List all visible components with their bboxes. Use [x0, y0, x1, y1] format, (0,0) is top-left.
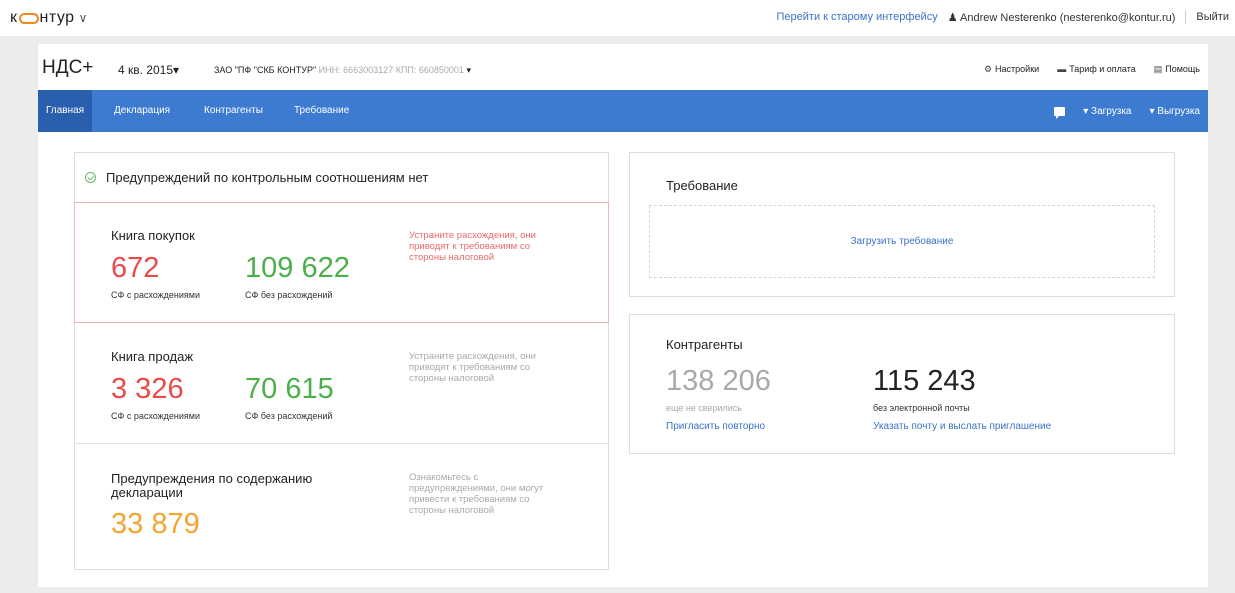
top-links: Перейти к старому интерфейсу ♟ Andrew Ne…	[777, 10, 1229, 24]
settings-button[interactable]: ⚙ Настройки	[984, 64, 1039, 75]
check-circle-icon	[85, 172, 96, 183]
product-title: НДС+	[42, 57, 94, 78]
download-menu[interactable]: ▾ Выгрузка	[1149, 106, 1200, 117]
sales-discrepancies-caption: СФ с расхождениями	[111, 411, 201, 421]
sales-ok-caption: СФ без расхождений	[245, 411, 333, 421]
logo-text-start: к	[10, 9, 18, 26]
set-email-link[interactable]: Указать почту и выслать приглашение	[873, 421, 1051, 432]
card-icon: ▬	[1057, 64, 1067, 74]
top-bar: к нтур ∨ Перейти к старому интерфейсу ♟ …	[0, 0, 1235, 36]
app-header: НДС+ 4 кв. 2015▾ ЗАО "ПФ "СКБ КОНТУР" ИН…	[38, 44, 1208, 90]
no-email-caption: без электронной почты	[873, 403, 970, 413]
nav-actions: ▾ Загрузка ▾ Выгрузка	[1054, 90, 1200, 132]
sales-book-section[interactable]: Книга продаж 3 326 70 615 СФ с расхожден…	[75, 323, 608, 444]
purchase-discrepancies-caption: СФ с расхождениями	[111, 290, 201, 300]
app-panel: НДС+ 4 кв. 2015▾ ЗАО "ПФ "СКБ КОНТУР" ИН…	[38, 44, 1208, 587]
settings-icon: ⚙	[983, 64, 993, 74]
upload-menu[interactable]: ▾ Загрузка	[1083, 106, 1131, 117]
invite-again-link[interactable]: Пригласить повторно	[666, 421, 765, 432]
caret-down-icon: ▾	[173, 63, 180, 77]
caret-down-icon: ▾	[1083, 105, 1092, 117]
logo-text-end: нтур	[39, 9, 75, 26]
upload-requirement-link[interactable]: Загрузить требование	[851, 236, 954, 247]
content-warnings-count[interactable]: 33 879	[111, 508, 200, 541]
purchase-ok-caption: СФ без расхождений	[245, 290, 333, 300]
user-account[interactable]: ♟ Andrew Nesterenko (nesterenko@kontur.r…	[948, 11, 1176, 24]
content-warnings-section[interactable]: Предупреждения по содержанию декларации …	[75, 444, 608, 565]
user-name: Andrew Nesterenko (nesterenko@kontur.ru)	[960, 11, 1176, 24]
organization-selector[interactable]: ЗАО "ПФ "СКБ КОНТУР" ИНН: 6663003127 КПП…	[214, 65, 471, 76]
old-interface-link[interactable]: Перейти к старому интерфейсу	[777, 11, 938, 23]
not-reconciled-caption: еще не сверились	[666, 403, 742, 413]
sales-discrepancies-count[interactable]: 3 326	[111, 373, 184, 406]
main-nav: Главная Декларация Контрагенты Требовани…	[38, 90, 1208, 132]
status-headline: Предупреждений по контрольным соотношени…	[106, 170, 429, 185]
upload-label: Загрузка	[1091, 105, 1132, 117]
period-selector[interactable]: 4 кв. 2015▾	[118, 63, 179, 77]
sales-book-note: Устраните расхождения, они приводят к тр…	[409, 351, 536, 384]
tariff-button[interactable]: ▬ Тариф и оплата	[1057, 64, 1136, 75]
content-warnings-note: Ознакомьтесь с предупреждениями, они мог…	[409, 472, 544, 516]
control-ratios-status: Предупреждений по контрольным соотношени…	[75, 153, 608, 203]
sales-ok-count[interactable]: 70 615	[245, 373, 334, 406]
sales-book-title: Книга продаж	[111, 349, 194, 364]
tariff-label: Тариф и оплата	[1069, 64, 1136, 74]
chevron-down-icon: ∨	[78, 11, 88, 25]
purchase-ok-count[interactable]: 109 622	[245, 252, 350, 285]
counterparties-title: Контрагенты	[666, 337, 743, 352]
tab-requirement[interactable]: Требование	[294, 90, 349, 132]
help-label: Помощь	[1165, 64, 1200, 74]
org-ids: ИНН: 6663003127 КПП: 660850001	[318, 65, 464, 75]
divider	[1185, 10, 1187, 24]
no-email-count: 115 243	[873, 365, 976, 397]
purchase-discrepancies-count[interactable]: 672	[111, 252, 159, 285]
download-label: Выгрузка	[1157, 105, 1200, 117]
content-warnings-title: Предупреждения по содержанию декларации	[111, 471, 313, 500]
purchase-book-title: Книга покупок	[111, 228, 195, 243]
caret-down-icon: ▾	[466, 65, 471, 75]
tab-declaration[interactable]: Декларация	[114, 90, 170, 132]
kontur-logo[interactable]: к нтур ∨	[10, 9, 87, 27]
requirement-title: Требование	[666, 178, 738, 193]
chat-icon[interactable]	[1054, 106, 1066, 119]
purchase-book-note: Устраните расхождения, они приводят к тр…	[409, 230, 536, 263]
org-name: ЗАО "ПФ "СКБ КОНТУР"	[214, 65, 317, 75]
logout-link[interactable]: Выйти	[1196, 11, 1229, 23]
help-button[interactable]: ▤ Помощь	[1154, 64, 1200, 75]
book-icon: ▤	[1153, 64, 1163, 74]
not-reconciled-count: 138 206	[666, 365, 771, 397]
period-value: 4 кв. 2015	[118, 63, 173, 77]
tab-main[interactable]: Главная	[38, 90, 93, 132]
header-actions: ⚙ Настройки ▬ Тариф и оплата ▤ Помощь	[984, 64, 1200, 75]
upload-requirement-dropzone[interactable]: Загрузить требование	[649, 205, 1155, 278]
tab-counterparties[interactable]: Контрагенты	[204, 90, 263, 132]
purchase-book-section[interactable]: Книга покупок 672 109 622 СФ с расхожден…	[74, 202, 609, 323]
counterparties-card: Контрагенты 138 206 115 243 еще не свери…	[629, 314, 1175, 454]
declaration-summary-card: Предупреждений по контрольным соотношени…	[74, 152, 609, 570]
user-icon: ♟	[947, 11, 958, 24]
requirement-card: Требование Загрузить требование	[629, 152, 1175, 297]
settings-label: Настройки	[995, 64, 1040, 74]
logo-ring-icon	[18, 12, 39, 24]
